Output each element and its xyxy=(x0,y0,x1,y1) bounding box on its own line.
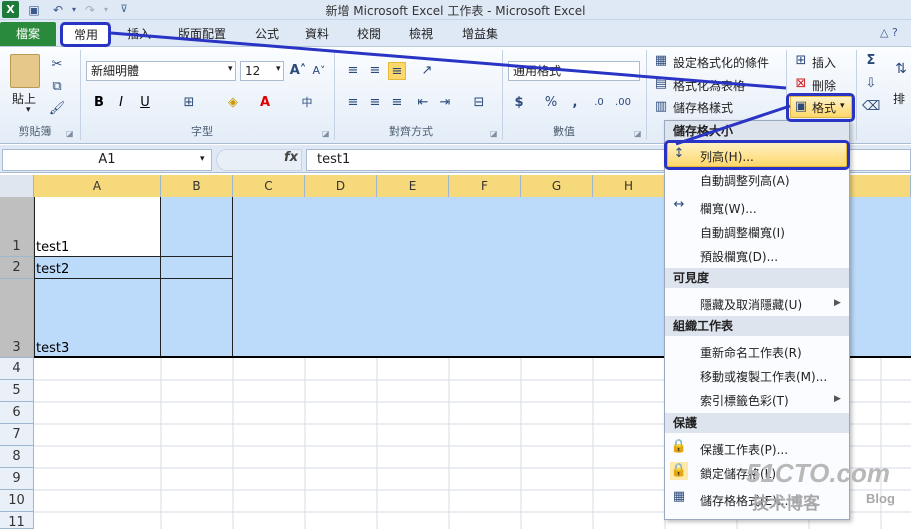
watermark-blog: Blog xyxy=(866,491,895,506)
watermark-site: 51CTO.com xyxy=(746,458,891,488)
watermark: 51CTO.com 技术博客 Blog xyxy=(746,458,895,513)
excel-window: X ▣ ↶ ▾ ↷ ▾ ⊽ 新增 Microsoft Excel 工作表 - M… xyxy=(0,0,911,529)
watermark-sub: 技术博客 xyxy=(752,494,820,513)
annotation-arrows xyxy=(110,31,791,146)
